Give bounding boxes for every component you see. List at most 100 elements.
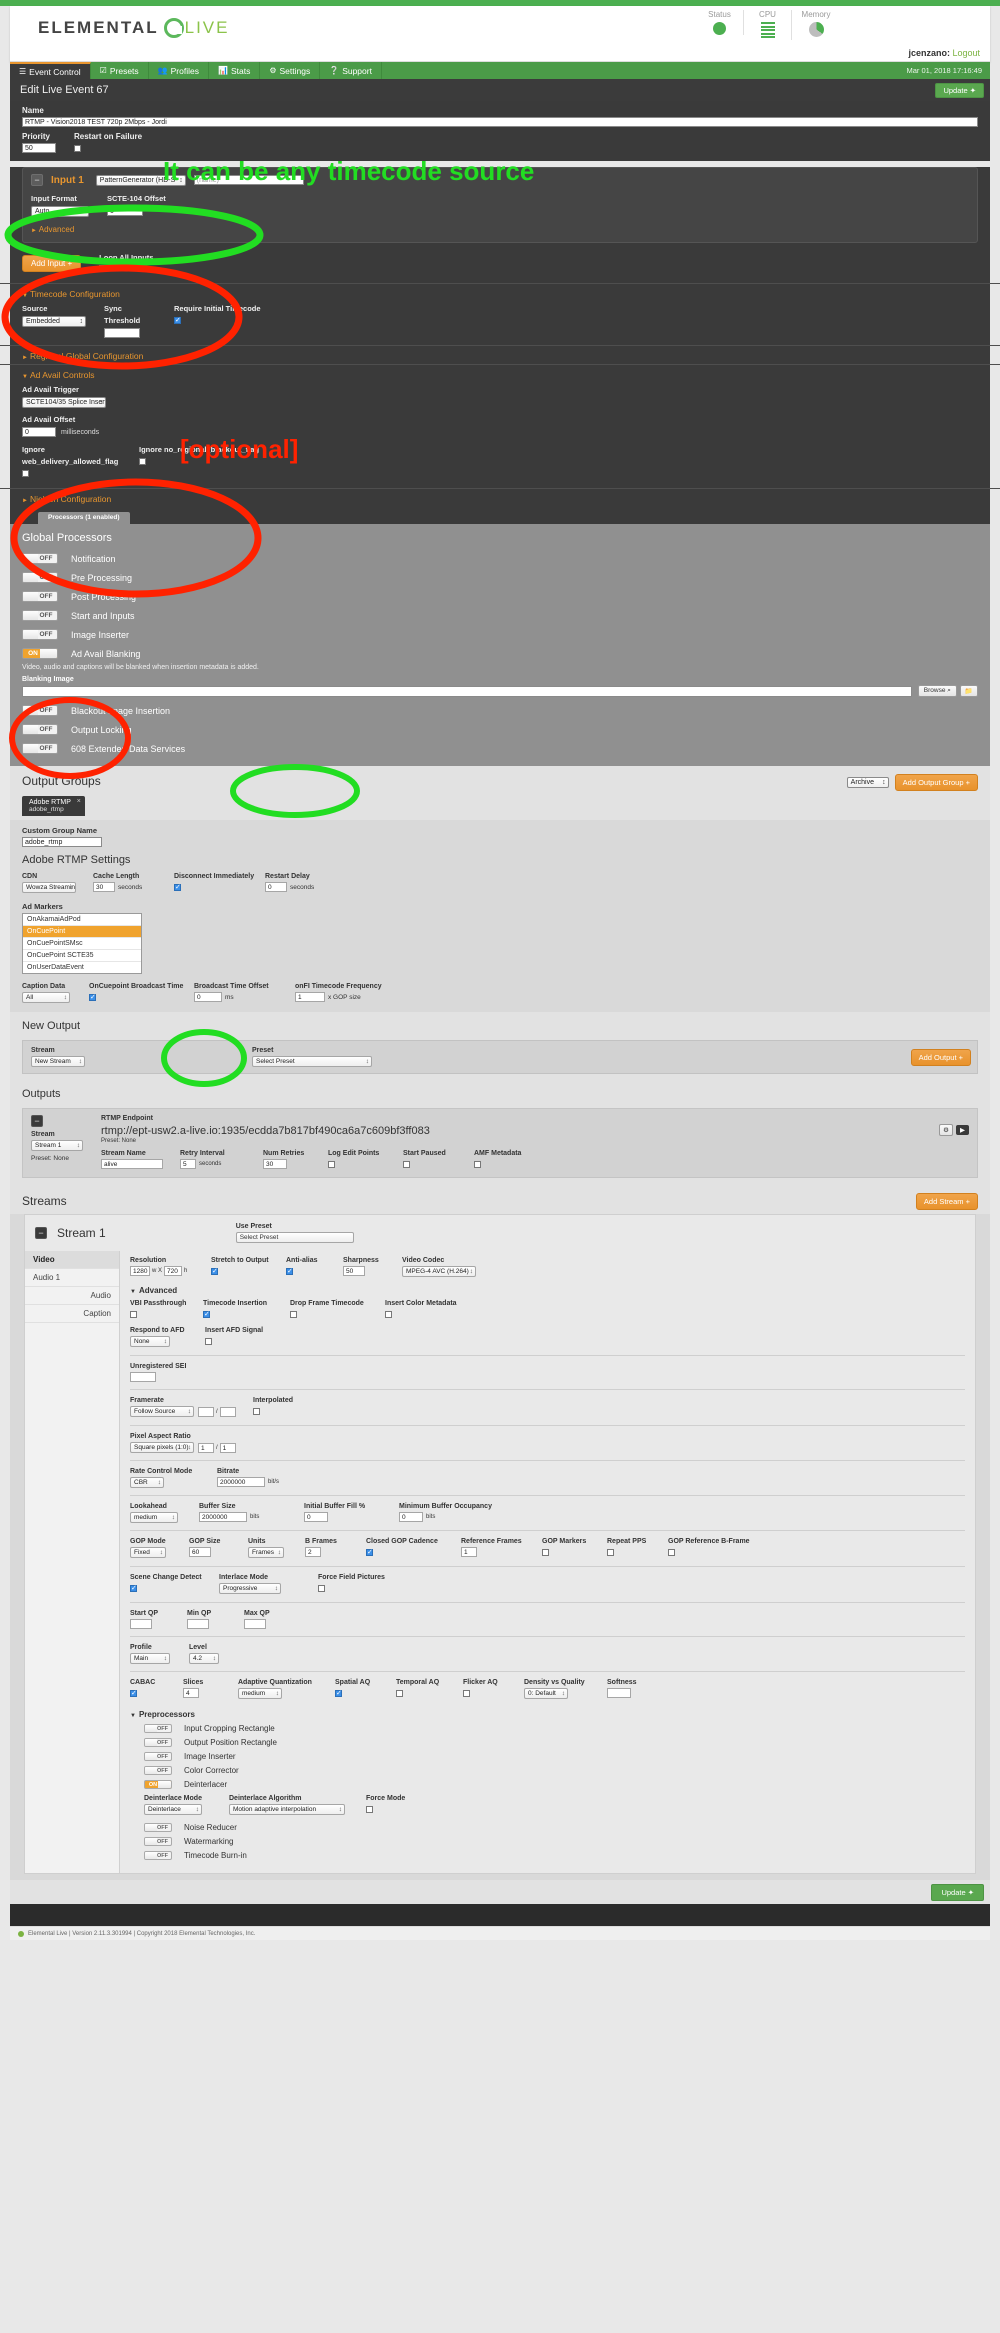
par-numerator-input[interactable]: 1 bbox=[198, 1442, 214, 1453]
event-name-input[interactable]: RTMP - Vision2018 TEST 720p 2Mbps - Jord… bbox=[22, 117, 978, 127]
output-group-type-select[interactable]: Archive bbox=[846, 777, 889, 788]
softness-input[interactable] bbox=[607, 1688, 631, 1698]
timecode-config-header[interactable]: ▼ Timecode Configuration bbox=[10, 284, 990, 302]
ad-marker-option[interactable]: OnAkamaiAdPod bbox=[23, 914, 141, 926]
collapse-input-icon[interactable]: − bbox=[31, 174, 43, 186]
close-icon[interactable]: × bbox=[77, 798, 81, 805]
start-paused-checkbox[interactable] bbox=[403, 1161, 410, 1168]
pixel-aspect-ratio-select[interactable]: Square pixels (1:0) bbox=[130, 1442, 194, 1453]
input-cropping-rectangle-toggle[interactable]: OFF bbox=[144, 1724, 172, 1733]
output-locking-toggle[interactable]: OFF bbox=[22, 724, 58, 735]
retry-interval-input[interactable]: 5 bbox=[180, 1159, 196, 1169]
notification-toggle[interactable]: OFF bbox=[22, 553, 58, 564]
ad-marker-option[interactable]: OnUserDataEvent bbox=[23, 962, 141, 973]
tab-processors[interactable]: Processors (1 enabled) bbox=[38, 512, 130, 524]
drop-frame-timecode-checkbox[interactable] bbox=[290, 1311, 297, 1318]
force-field-pictures-checkbox[interactable] bbox=[318, 1585, 325, 1592]
input-source-select[interactable]: PatternGenerator (HD-S bbox=[95, 174, 186, 186]
status-indicator[interactable]: Status bbox=[696, 10, 744, 35]
cabac-checkbox[interactable] bbox=[130, 1689, 137, 1697]
gop-size-input[interactable]: 60 bbox=[189, 1547, 211, 1557]
minimum-buffer-occupancy-input[interactable]: 0 bbox=[399, 1512, 423, 1522]
resolution-width-input[interactable]: 1280 bbox=[130, 1266, 150, 1276]
spatial-aq-checkbox[interactable] bbox=[335, 1689, 342, 1697]
video-codec-select[interactable]: MPEG-4 AVC (H.264) bbox=[402, 1266, 476, 1277]
cdn-select[interactable]: Wowza Streaming Engine bbox=[22, 882, 76, 893]
stream-image-inserter-toggle[interactable]: OFF bbox=[144, 1752, 172, 1761]
brand-logo[interactable]: ELEMENTAL LIVE bbox=[38, 18, 229, 38]
use-preset-select[interactable]: Select Preset bbox=[235, 1232, 354, 1243]
caption-data-select[interactable]: All bbox=[22, 992, 70, 1003]
ignore-regional-blackout-checkbox[interactable] bbox=[139, 458, 146, 465]
post-processing-toggle[interactable]: OFF bbox=[22, 591, 58, 602]
amf-metadata-checkbox[interactable] bbox=[474, 1161, 481, 1168]
ad-markers-listbox[interactable]: OnAkamaiAdPod OnCuePoint OnCuePointSMsc … bbox=[22, 913, 142, 974]
adaptive-quantization-select[interactable]: medium bbox=[238, 1688, 282, 1699]
reference-frames-input[interactable]: 1 bbox=[461, 1547, 477, 1557]
ad-avail-blanking-toggle[interactable]: ON bbox=[22, 648, 58, 659]
b-frames-input[interactable]: 2 bbox=[305, 1547, 321, 1557]
blackout-image-insertion-toggle[interactable]: OFF bbox=[22, 705, 58, 716]
loop-all-inputs-checkbox[interactable] bbox=[99, 265, 107, 272]
input-advanced-toggle[interactable]: ► Advanced bbox=[31, 223, 969, 235]
level-select[interactable]: 4.2 bbox=[189, 1653, 219, 1664]
memory-indicator[interactable]: Memory bbox=[792, 10, 840, 37]
output-group-chip[interactable]: Adobe RTMP × adobe_rtmp bbox=[22, 796, 85, 816]
ad-marker-option-selected[interactable]: OnCuePoint bbox=[23, 926, 141, 938]
stream-tab-audio[interactable]: Audio bbox=[25, 1287, 119, 1305]
input-name-field[interactable]: (name) bbox=[193, 175, 304, 185]
custom-group-name-input[interactable]: adobe_rtmp bbox=[22, 837, 102, 847]
stream-tab-audio-1[interactable]: Audio 1 bbox=[25, 1269, 119, 1287]
scte104-offset-input[interactable]: 0 bbox=[107, 206, 143, 216]
require-initial-timecode-checkbox[interactable] bbox=[174, 316, 181, 324]
image-inserter-toggle[interactable]: OFF bbox=[22, 629, 58, 640]
logout-link[interactable]: Logout bbox=[952, 48, 980, 58]
gop-mode-select[interactable]: Fixed bbox=[130, 1547, 166, 1558]
ad-avail-controls-header[interactable]: ▼ Ad Avail Controls bbox=[10, 365, 990, 383]
add-output-group-button[interactable]: Add Output Group + bbox=[894, 774, 978, 791]
bitrate-input[interactable]: 2000000 bbox=[217, 1477, 265, 1487]
output-position-rectangle-toggle[interactable]: OFF bbox=[144, 1738, 172, 1747]
num-retries-input[interactable]: 30 bbox=[263, 1159, 287, 1169]
respond-to-afd-select[interactable]: None bbox=[130, 1336, 170, 1347]
deinterlace-algorithm-select[interactable]: Motion adaptive interpolation bbox=[229, 1804, 345, 1815]
framerate-select[interactable]: Follow Source bbox=[130, 1406, 194, 1417]
nav-tab-settings[interactable]: ⚙ Settings bbox=[260, 62, 321, 79]
ignore-web-delivery-checkbox[interactable] bbox=[22, 470, 29, 477]
buffer-size-input[interactable]: 2000000 bbox=[199, 1512, 247, 1522]
browse-button[interactable]: Browse ⌕ bbox=[917, 685, 957, 697]
par-denominator-input[interactable]: 1 bbox=[219, 1442, 236, 1453]
update-button-top[interactable]: Update ✦ bbox=[935, 83, 984, 98]
priority-input[interactable]: 50 bbox=[22, 143, 56, 153]
gop-markers-checkbox[interactable] bbox=[542, 1549, 549, 1556]
max-qp-input[interactable] bbox=[244, 1619, 266, 1629]
new-output-stream-select[interactable]: New Stream bbox=[31, 1056, 85, 1067]
nav-tab-event-control[interactable]: ☰ Event Control bbox=[10, 62, 91, 79]
nav-tab-presets[interactable]: ☑ Presets bbox=[91, 62, 149, 79]
add-input-button[interactable]: Add Input + bbox=[22, 254, 82, 272]
preprocessors-header[interactable]: ▼ Preprocessors bbox=[130, 1710, 965, 1719]
anti-alias-checkbox[interactable] bbox=[286, 1267, 293, 1275]
timecode-source-select[interactable]: Embedded bbox=[22, 316, 86, 327]
stream-tab-caption[interactable]: Caption bbox=[25, 1305, 119, 1323]
unregistered-sei-input[interactable] bbox=[130, 1372, 156, 1382]
initial-buffer-fill-input[interactable]: 0 bbox=[304, 1512, 328, 1522]
slices-input[interactable]: 4 bbox=[183, 1688, 199, 1698]
timecode-insertion-checkbox[interactable] bbox=[203, 1310, 210, 1318]
blanking-image-input[interactable] bbox=[22, 685, 912, 697]
deinterlacer-toggle[interactable]: ON bbox=[144, 1780, 172, 1789]
add-stream-button[interactable]: Add Stream + bbox=[915, 1193, 978, 1210]
disconnect-immediately-checkbox[interactable] bbox=[174, 883, 181, 891]
ad-avail-trigger-select[interactable]: SCTE104/35 Splice Insert bbox=[22, 397, 106, 408]
noise-reducer-toggle[interactable]: OFF bbox=[144, 1823, 172, 1832]
cache-length-input[interactable]: 30 bbox=[93, 882, 115, 892]
regional-global-config-header[interactable]: ► Regional Global Configuration bbox=[10, 346, 990, 364]
broadcast-time-offset-input[interactable]: 0 bbox=[194, 992, 222, 1002]
gop-units-select[interactable]: Frames bbox=[248, 1547, 284, 1558]
onfi-timecode-frequency-input[interactable]: 1 bbox=[295, 992, 325, 1002]
input-format-select[interactable]: Auto bbox=[31, 206, 89, 217]
vbi-passthrough-checkbox[interactable] bbox=[130, 1311, 137, 1318]
scene-change-detect-checkbox[interactable] bbox=[130, 1584, 137, 1592]
nav-tab-support[interactable]: ❔ Support bbox=[320, 62, 382, 79]
rtmp-endpoint-input[interactable]: rtmp://ept-usw2.a-live.io:1935/ecdda7b81… bbox=[101, 1125, 935, 1137]
